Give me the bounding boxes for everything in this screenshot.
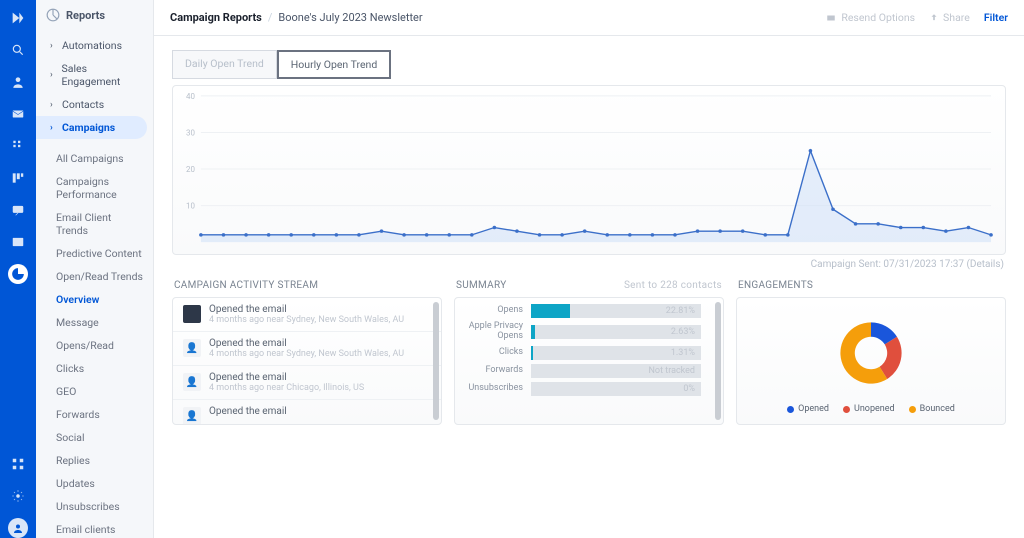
nav-sub-all-campaigns[interactable]: All Campaigns (36, 147, 153, 170)
summary-row: Unsubscribes0% (463, 382, 701, 396)
nav-sub-email-client-trends[interactable]: Email Client Trends (36, 206, 153, 242)
svg-text:20: 20 (186, 165, 195, 174)
legend-item: Opened (787, 404, 829, 414)
nav-campaigns[interactable]: ›Campaigns (36, 116, 147, 139)
logo-icon[interactable] (8, 8, 28, 28)
avatar: 👤 (183, 373, 201, 391)
legend-item: Bounced (909, 404, 955, 414)
nav-sub-opens-read[interactable]: Opens/Read (36, 334, 153, 357)
nav-sub-email-clients[interactable]: Email clients (36, 518, 153, 538)
trend-chart: 10 20 30 40 (172, 85, 1006, 255)
nav-sub-geo[interactable]: GEO (36, 380, 153, 403)
settings-icon[interactable] (8, 486, 28, 506)
filter-button[interactable]: Filter (984, 11, 1008, 24)
activity-stream: Opened the email4 months ago near Sydney… (172, 297, 442, 425)
avatar (183, 305, 201, 323)
share-button[interactable]: Share (929, 11, 970, 24)
nav-sub-updates[interactable]: Updates (36, 472, 153, 495)
scrollbar[interactable] (715, 302, 721, 420)
activity-item[interactable]: 👤Opened the email4 months ago near Chica… (173, 366, 441, 400)
activity-item[interactable]: Opened the email4 months ago near Sydney… (173, 298, 441, 332)
svg-text:30: 30 (186, 128, 195, 137)
svg-text:40: 40 (186, 92, 195, 101)
breadcrumb-section[interactable]: Campaign Reports (170, 11, 262, 24)
reports-icon[interactable] (8, 264, 28, 284)
avatar-icon[interactable] (8, 518, 28, 538)
tab-daily-open-trend[interactable]: Daily Open Trend (172, 50, 277, 79)
activity-title: CAMPAIGN ACTIVITY STREAM (174, 280, 318, 291)
nav-sub-unsubscribes[interactable]: Unsubscribes (36, 495, 153, 518)
engagements-title: ENGAGEMENTS (738, 280, 813, 291)
summary-row: Apple Privacy Opens2.63% (463, 322, 701, 342)
nav-sub-predictive-content[interactable]: Predictive Content (36, 242, 153, 265)
nav-automations[interactable]: ›Automations (36, 34, 153, 57)
avatar: 👤 (183, 339, 201, 357)
summary-row: Clicks1.31% (463, 346, 701, 360)
breadcrumb: Campaign Reports / Boone's July 2023 New… (170, 11, 423, 24)
summary-row: ForwardsNot tracked (463, 364, 701, 378)
site-icon[interactable] (8, 232, 28, 252)
summary-row: Opens22.81% (463, 304, 701, 318)
activity-item[interactable]: 👤Opened the email (173, 400, 441, 425)
chat-icon[interactable] (8, 200, 28, 220)
activity-item[interactable]: 👤Opened the email4 months ago near Sydne… (173, 332, 441, 366)
nav-sub-overview[interactable]: Overview (36, 288, 153, 311)
avatar: 👤 (183, 407, 201, 425)
sidebar: Reports ›Automations›Sales Engagement›Co… (36, 0, 154, 538)
search-icon[interactable] (8, 40, 28, 60)
contacts-icon[interactable] (8, 72, 28, 92)
header: Campaign Reports / Boone's July 2023 New… (154, 0, 1024, 36)
chart-tabs: Daily Open TrendHourly Open Trend (172, 50, 1006, 79)
nav-sales-engagement[interactable]: ›Sales Engagement (36, 57, 153, 93)
campaign-sent-note[interactable]: Campaign Sent: 07/31/2023 17:37 (Details… (174, 259, 1004, 270)
deals-icon[interactable] (8, 168, 28, 188)
summary-card: Opens22.81% Apple Privacy Opens2.63% Click… (454, 297, 724, 425)
engagements-card: Opened Unopened Bounced (736, 297, 1006, 425)
svg-text:10: 10 (186, 202, 195, 211)
resend-options[interactable]: Resend Options (825, 11, 915, 24)
nav-sub-message[interactable]: Message (36, 311, 153, 334)
tab-hourly-open-trend[interactable]: Hourly Open Trend (277, 50, 391, 79)
mail-icon[interactable] (8, 104, 28, 124)
summary-title: SUMMARY (456, 280, 507, 291)
nav-sub-replies[interactable]: Replies (36, 449, 153, 472)
nav-sub-forwards[interactable]: Forwards (36, 403, 153, 426)
legend-item: Unopened (843, 404, 895, 414)
nav-sub-clicks[interactable]: Clicks (36, 357, 153, 380)
left-rail (0, 0, 36, 538)
org-icon[interactable] (8, 136, 28, 156)
nav-sub-campaigns-performance[interactable]: Campaigns Performance (36, 170, 153, 206)
nav-sub-open-read-trends[interactable]: Open/Read Trends (36, 265, 153, 288)
scrollbar[interactable] (433, 302, 439, 420)
nav-contacts[interactable]: ›Contacts (36, 93, 153, 116)
nav-sub-social[interactable]: Social (36, 426, 153, 449)
apps-icon[interactable] (8, 454, 28, 474)
sidebar-title: Reports (36, 0, 153, 30)
summary-subtitle: Sent to 228 contacts (624, 280, 722, 291)
breadcrumb-page: Boone's July 2023 Newsletter (278, 11, 422, 24)
